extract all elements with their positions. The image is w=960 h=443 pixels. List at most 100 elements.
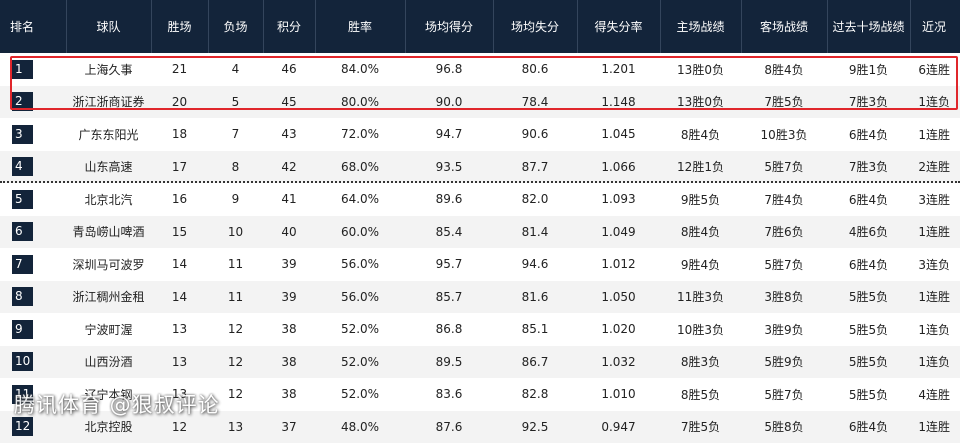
ppg-cell: 86.8 (405, 313, 493, 346)
table-row[interactable]: 3广东东阳光1874372.0%94.790.61.0458胜4负10胜3负6胜… (0, 118, 960, 151)
points-cell: 42 (263, 151, 315, 184)
ppg-cell: 93.5 (405, 151, 493, 184)
header-win-pct[interactable]: 胜率 (315, 0, 405, 53)
wins-cell: 15 (151, 216, 208, 249)
team-name-cell: 北京控股 (66, 411, 151, 443)
away-record-cell: 7胜5负 (741, 86, 827, 119)
header-losses[interactable]: 负场 (208, 0, 263, 53)
table-row[interactable]: 2浙江浙商证券2054580.0%90.078.41.14813胜0负7胜5负7… (0, 86, 960, 119)
losses-cell: 11 (208, 281, 263, 314)
table-row[interactable]: 6青岛崂山啤酒15104060.0%85.481.41.0498胜4负7胜6负4… (0, 216, 960, 249)
header-last10[interactable]: 过去十场战绩 (827, 0, 910, 53)
rank-cell: 2 (0, 86, 66, 119)
table-row[interactable]: 7深圳马可波罗14113956.0%95.794.61.0129胜4负5胜7负6… (0, 248, 960, 281)
team-name-cell: 北京北汽 (66, 183, 151, 216)
ratio-cell: 1.020 (577, 313, 660, 346)
away-record-cell: 5胜7负 (741, 151, 827, 184)
last10-record-cell: 6胜4负 (827, 183, 910, 216)
win-pct-cell: 60.0% (315, 216, 405, 249)
rank-badge: 3 (12, 125, 33, 144)
streak-cell: 3连胜 (910, 183, 960, 216)
home-record-cell: 8胜4负 (660, 118, 741, 151)
ppg-cell: 83.6 (405, 378, 493, 411)
header-streak[interactable]: 近况 (910, 0, 960, 53)
streak-cell: 1连胜 (910, 216, 960, 249)
away-record-cell: 5胜8负 (741, 411, 827, 443)
streak-cell: 1连胜 (910, 411, 960, 443)
last10-record-cell: 6胜4负 (827, 118, 910, 151)
opp-ppg-cell: 81.6 (493, 281, 577, 314)
last10-record-cell: 7胜3负 (827, 151, 910, 184)
opp-ppg-cell: 92.5 (493, 411, 577, 443)
home-record-cell: 7胜5负 (660, 411, 741, 443)
losses-cell: 4 (208, 53, 263, 86)
standings-table: 排名 球队 胜场 负场 积分 胜率 场均得分 场均失分 得失分率 主场战绩 客场… (0, 0, 960, 443)
away-record-cell: 7胜4负 (741, 183, 827, 216)
rank-badge: 7 (12, 255, 33, 274)
home-record-cell: 8胜4负 (660, 216, 741, 249)
header-rank[interactable]: 排名 (0, 0, 66, 53)
wins-cell: 14 (151, 281, 208, 314)
header-ppg[interactable]: 场均得分 (405, 0, 493, 53)
rank-cell: 6 (0, 216, 66, 249)
rank-badge: 4 (12, 157, 33, 176)
header-team[interactable]: 球队 (66, 0, 151, 53)
losses-cell: 12 (208, 346, 263, 379)
away-record-cell: 10胜3负 (741, 118, 827, 151)
last10-record-cell: 7胜3负 (827, 86, 910, 119)
ratio-cell: 1.049 (577, 216, 660, 249)
home-record-cell: 11胜3负 (660, 281, 741, 314)
ppg-cell: 95.7 (405, 248, 493, 281)
win-pct-cell: 68.0% (315, 151, 405, 184)
table-row[interactable]: 11辽宁本钢13123852.0%83.682.81.0108胜5负5胜7负5胜… (0, 378, 960, 411)
home-record-cell: 13胜0负 (660, 53, 741, 86)
points-cell: 40 (263, 216, 315, 249)
losses-cell: 12 (208, 313, 263, 346)
last10-record-cell: 6胜4负 (827, 411, 910, 443)
header-ratio[interactable]: 得失分率 (577, 0, 660, 53)
header-wins[interactable]: 胜场 (151, 0, 208, 53)
table-row[interactable]: 5北京北汽1694164.0%89.682.01.0939胜5负7胜4负6胜4负… (0, 183, 960, 216)
points-cell: 46 (263, 53, 315, 86)
header-opp-ppg[interactable]: 场均失分 (493, 0, 577, 53)
table-row[interactable]: 10山西汾酒13123852.0%89.586.71.0328胜3负5胜9负5胜… (0, 346, 960, 379)
wins-cell: 20 (151, 86, 208, 119)
win-pct-cell: 84.0% (315, 53, 405, 86)
away-record-cell: 5胜7负 (741, 378, 827, 411)
rank-badge: 2 (12, 92, 33, 111)
win-pct-cell: 56.0% (315, 248, 405, 281)
home-record-cell: 9胜5负 (660, 183, 741, 216)
opp-ppg-cell: 80.6 (493, 53, 577, 86)
opp-ppg-cell: 87.7 (493, 151, 577, 184)
wins-cell: 13 (151, 313, 208, 346)
ppg-cell: 90.0 (405, 86, 493, 119)
opp-ppg-cell: 82.8 (493, 378, 577, 411)
away-record-cell: 5胜7负 (741, 248, 827, 281)
standings-body: 1上海久事2144684.0%96.880.61.20113胜0负8胜4负9胜1… (0, 53, 960, 443)
rank-cell: 11 (0, 378, 66, 411)
table-row[interactable]: 12北京控股12133748.0%87.692.50.9477胜5负5胜8负6胜… (0, 411, 960, 443)
header-points[interactable]: 积分 (263, 0, 315, 53)
table-row[interactable]: 1上海久事2144684.0%96.880.61.20113胜0负8胜4负9胜1… (0, 53, 960, 86)
header-home-record[interactable]: 主场战绩 (660, 0, 741, 53)
points-cell: 38 (263, 313, 315, 346)
table-row[interactable]: 4山东高速1784268.0%93.587.71.06612胜1负5胜7负7胜3… (0, 151, 960, 184)
points-cell: 39 (263, 248, 315, 281)
away-record-cell: 3胜9负 (741, 313, 827, 346)
team-name-cell: 上海久事 (66, 53, 151, 86)
table-row[interactable]: 8浙江稠州金租14113956.0%85.781.61.05011胜3负3胜8负… (0, 281, 960, 314)
rank-cell: 1 (0, 53, 66, 86)
rank-badge: 5 (12, 190, 33, 209)
header-away-record[interactable]: 客场战绩 (741, 0, 827, 53)
table-row[interactable]: 9宁波町渥13123852.0%86.885.11.02010胜3负3胜9负5胜… (0, 313, 960, 346)
team-name-cell: 广东东阳光 (66, 118, 151, 151)
ppg-cell: 94.7 (405, 118, 493, 151)
wins-cell: 17 (151, 151, 208, 184)
ppg-cell: 85.7 (405, 281, 493, 314)
losses-cell: 12 (208, 378, 263, 411)
streak-cell: 1连胜 (910, 118, 960, 151)
ratio-cell: 0.947 (577, 411, 660, 443)
last10-record-cell: 4胜6负 (827, 216, 910, 249)
team-name-cell: 山东高速 (66, 151, 151, 184)
opp-ppg-cell: 90.6 (493, 118, 577, 151)
